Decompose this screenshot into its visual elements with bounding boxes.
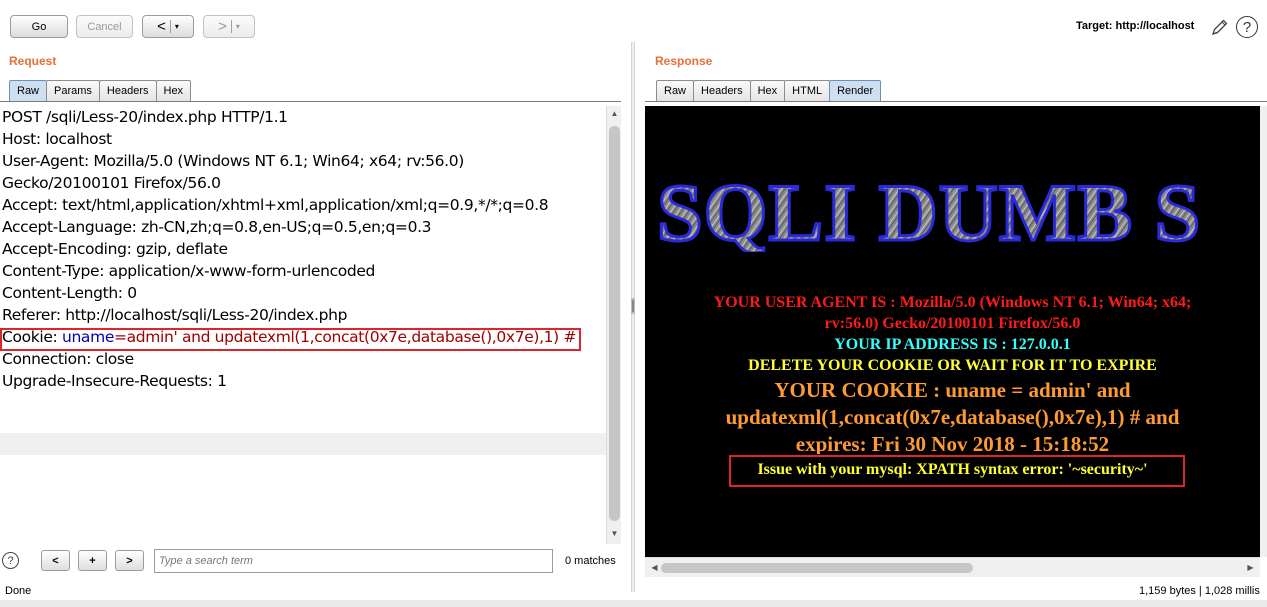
user-agent-text-1: YOUR USER AGENT IS : Mozilla/5.0 (Window…: [713, 294, 1192, 311]
request-scroll-thumb[interactable]: [609, 126, 620, 521]
help-icon[interactable]: ?: [1236, 16, 1258, 38]
go-button[interactable]: Go: [10, 15, 68, 38]
response-hscroll-thumb[interactable]: [661, 563, 973, 573]
cancel-button[interactable]: Cancel: [76, 15, 133, 38]
header-referer: Referer: http://localhost/sqli/Less-20/i…: [2, 306, 348, 324]
header-accept: Accept: text/html,application/xhtml+xml,…: [2, 196, 549, 214]
go-button-label: Go: [31, 20, 47, 33]
header-upgrade-insecure: Upgrade-Insecure-Requests: 1: [2, 372, 227, 390]
user-agent-text-2: rv:56.0) Gecko/20100101 Firefox/56.0: [824, 315, 1081, 332]
header-connection: Connection: close: [2, 350, 134, 368]
ip-address-text: YOUR IP ADDRESS IS : 127.0.0.1: [834, 336, 1071, 353]
search-add-button[interactable]: +: [78, 550, 107, 571]
cookie-text-3: expires: Fri 30 Nov 2018 - 15:18:52: [795, 432, 1110, 454]
search-next-button[interactable]: >: [115, 550, 144, 571]
separator: [169, 20, 171, 33]
scroll-right-arrow-icon[interactable]: ▶: [1243, 563, 1258, 572]
response-vscrollbar[interactable]: [1260, 106, 1267, 557]
help-icon[interactable]: ?: [2, 552, 19, 569]
back-button[interactable]: < ▾: [142, 15, 194, 38]
response-tabs: Raw Headers Hex HTML Render: [656, 80, 882, 101]
target-label: Target: http://localhost: [1076, 20, 1195, 32]
scroll-left-arrow-icon[interactable]: ◀: [647, 563, 662, 572]
current-line-highlight: [0, 433, 606, 455]
divider-grip-icon[interactable]: [631, 298, 635, 314]
tab-raw[interactable]: Raw: [9, 80, 48, 101]
pencil-icon[interactable]: [1210, 17, 1230, 37]
separator: [230, 20, 232, 33]
error-highlight-box: [729, 455, 1185, 487]
cookie-text-1: YOUR COOKIE : uname = admin' and: [774, 378, 1131, 402]
status-bar-edge: [0, 600, 1267, 607]
back-arrow-icon: <: [157, 18, 166, 35]
request-title: Request: [9, 54, 57, 68]
response-title: Response: [655, 54, 713, 68]
tab-hex[interactable]: Hex: [749, 80, 786, 101]
scroll-down-arrow-icon[interactable]: ▼: [607, 529, 622, 538]
request-line: POST /sqli/Less-20/index.php HTTP/1.1: [2, 108, 288, 126]
header-host: Host: localhost: [2, 130, 112, 148]
tab-headers[interactable]: Headers: [693, 80, 751, 101]
response-stats: 1,159 bytes | 1,028 millis: [1139, 585, 1260, 597]
scroll-up-arrow-icon[interactable]: ▲: [607, 109, 622, 118]
response-hscrollbar[interactable]: ◀ ▶: [645, 557, 1260, 577]
forward-arrow-icon: >: [218, 18, 227, 35]
request-scrollbar[interactable]: ▲ ▼: [606, 106, 621, 544]
tab-hex[interactable]: Hex: [155, 80, 192, 101]
header-content-type: Content-Type: application/x-www-form-url…: [2, 262, 376, 280]
search-input[interactable]: [154, 549, 553, 573]
forward-button[interactable]: > ▾: [203, 15, 255, 38]
banner-title: SQLI DUMB S: [657, 167, 1201, 252]
banner-image: SQLI DUMB S: [656, 166, 1202, 253]
header-accept-language: Accept-Language: zh-CN,zh;q=0.8,en-US;q=…: [2, 218, 432, 236]
tab-html[interactable]: HTML: [784, 80, 831, 101]
tab-render[interactable]: Render: [829, 80, 882, 101]
delete-cookie-text: DELETE YOUR COOKIE OR WAIT FOR IT TO EXP…: [748, 357, 1157, 374]
back-dropdown-icon[interactable]: ▾: [175, 22, 179, 31]
tab-headers[interactable]: Headers: [98, 80, 157, 101]
header-accept-encoding: Accept-Encoding: gzip, deflate: [2, 240, 228, 258]
matches-count: 0 matches: [565, 555, 616, 567]
cancel-button-label: Cancel: [87, 20, 122, 33]
tab-raw[interactable]: Raw: [656, 80, 695, 101]
request-editor[interactable]: POST /sqli/Less-20/index.php HTTP/1.1 Ho…: [0, 106, 606, 536]
header-user-agent: User-Agent: Mozilla/5.0 (Windows NT 6.1;…: [2, 152, 464, 170]
forward-dropdown-icon[interactable]: ▾: [236, 22, 240, 31]
cookie-highlight-box: [0, 328, 581, 351]
tab-params[interactable]: Params: [46, 80, 100, 101]
request-tabs: Raw Params Headers Hex: [9, 80, 192, 101]
render-view: SQLI DUMB S YOUR USER AGENT IS : Mozilla…: [645, 106, 1260, 557]
cookie-text-2: updatexml(1,concat(0x7e,database(),0x7e)…: [725, 405, 1180, 429]
header-user-agent-cont: Gecko/20100101 Firefox/56.0: [2, 174, 221, 192]
pane-divider[interactable]: [631, 42, 635, 592]
tab-divider: [645, 101, 1267, 102]
status-text: Done: [5, 585, 32, 597]
search-prev-button[interactable]: <: [41, 550, 70, 571]
tab-divider: [0, 101, 621, 102]
header-content-length: Content-Length: 0: [2, 284, 137, 302]
